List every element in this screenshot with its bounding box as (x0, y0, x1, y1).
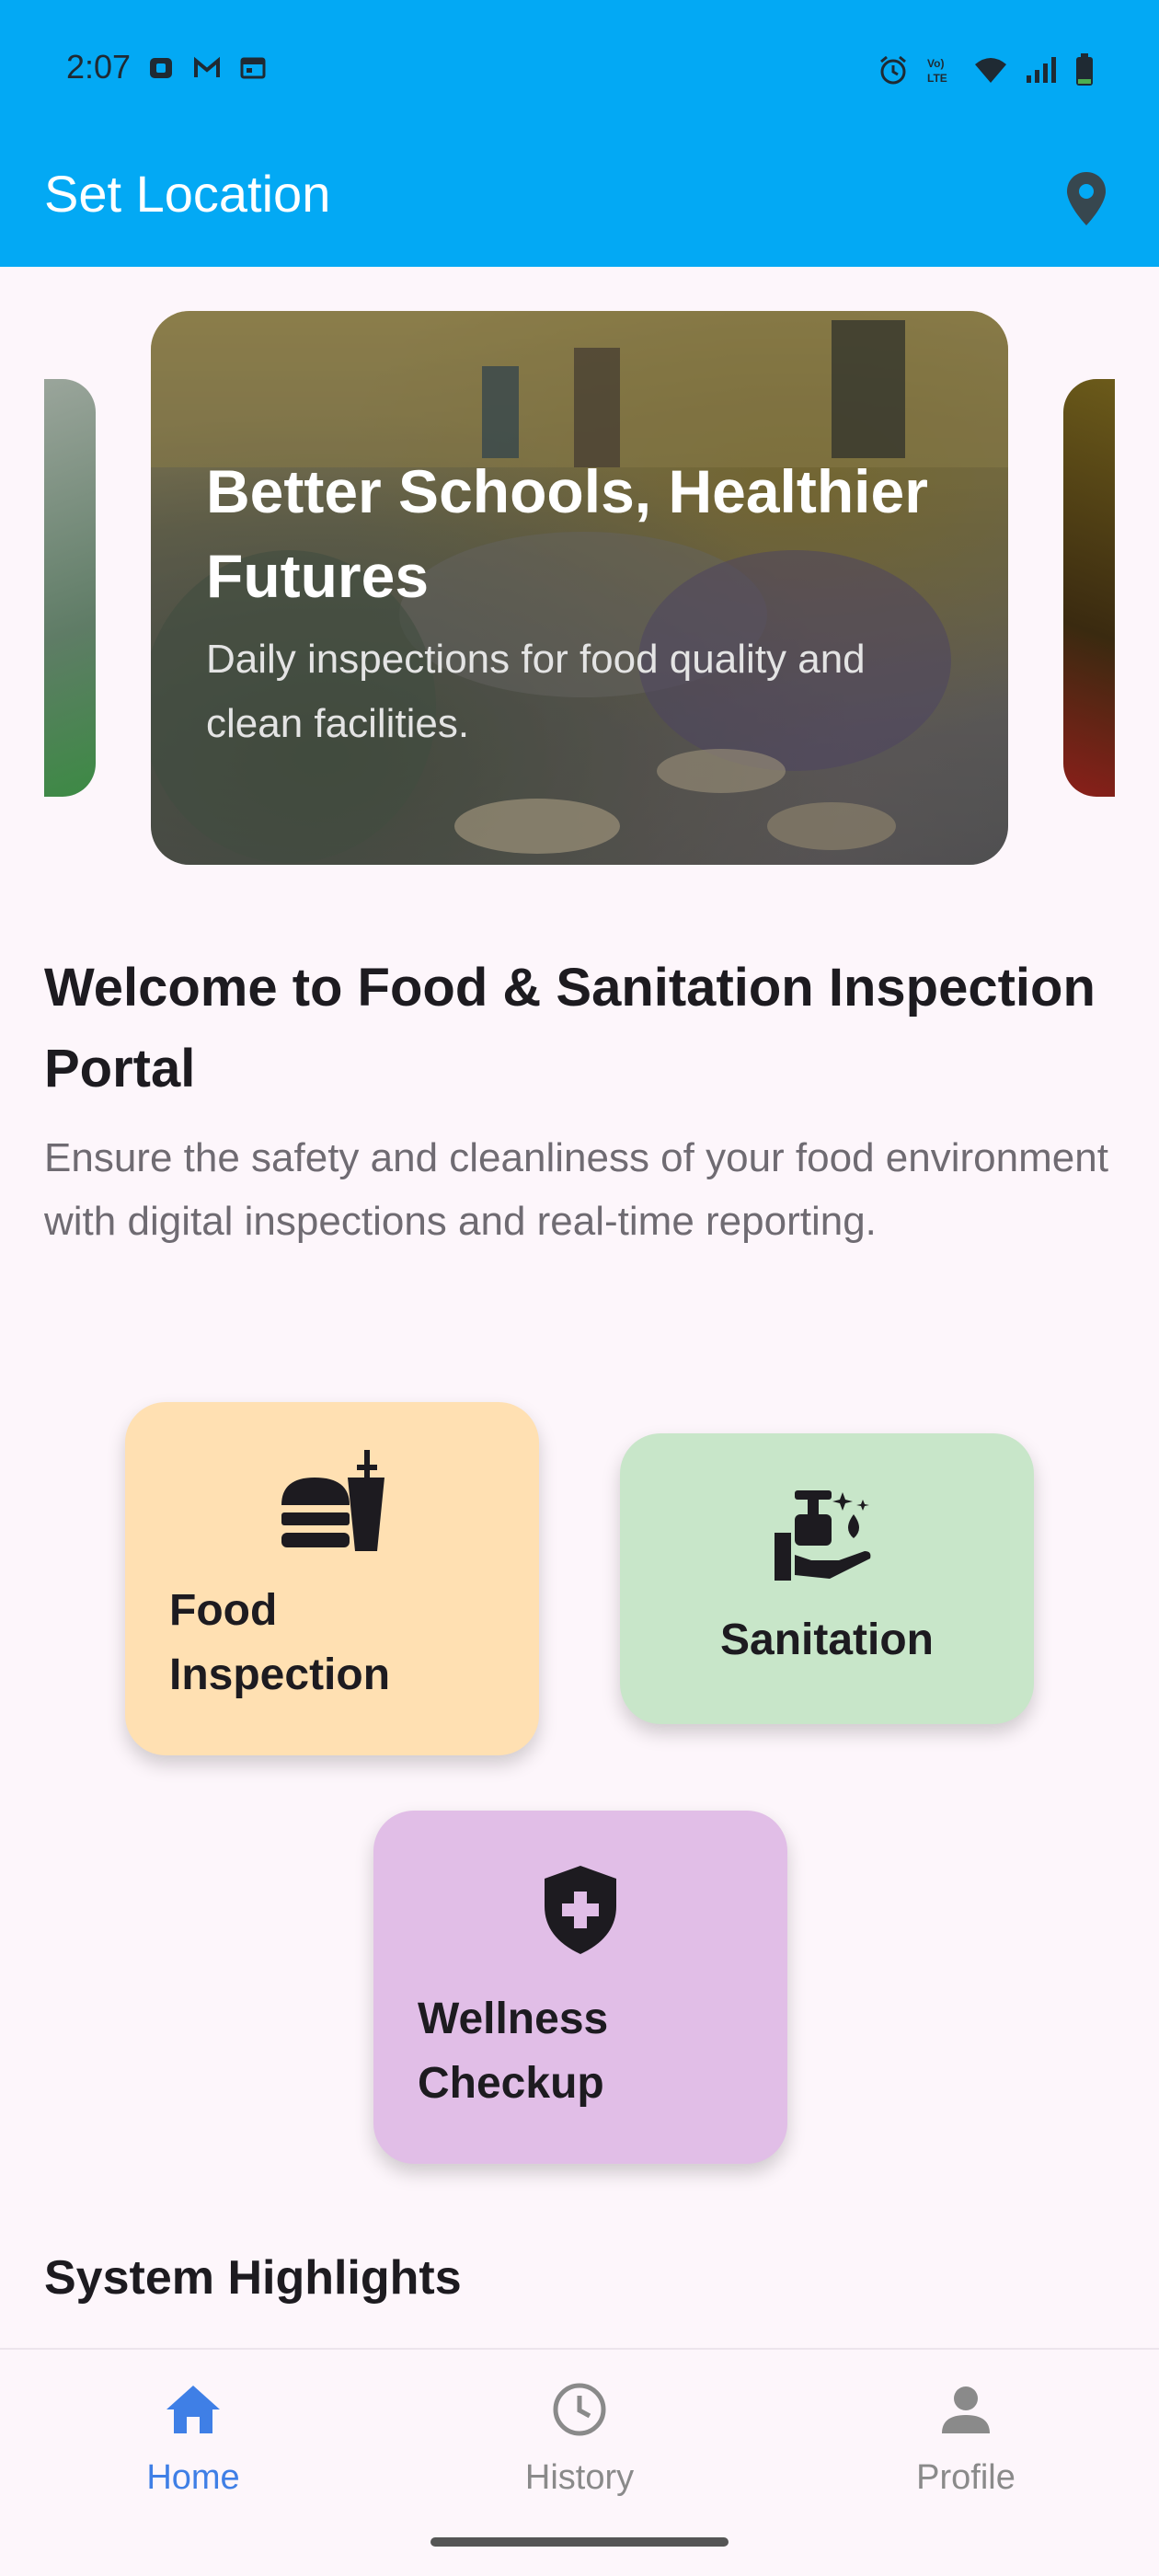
wellness-checkup-label: Wellness Checkup (418, 1995, 609, 2108)
status-bar: 2:07 Vo) LTE (0, 0, 1159, 138)
nav-profile-label: Profile (916, 2458, 1016, 2497)
status-right-icons: Vo) LTE (878, 53, 1095, 86)
banner-slide[interactable]: Better Schools, Healthier Futures Daily … (151, 311, 1008, 865)
calendar-icon (240, 57, 266, 79)
home-icon (161, 2377, 225, 2442)
welcome-description: Ensure the safety and cleanliness of you… (44, 1135, 1108, 1244)
gmail-icon (194, 56, 220, 77)
location-pin-icon (1067, 172, 1106, 225)
notification-icon (150, 58, 172, 78)
status-time: 2:07 (66, 48, 132, 86)
banner-carousel[interactable]: Better Schools, Healthier Futures Daily … (0, 311, 1159, 865)
battery-icon (1076, 53, 1093, 86)
clock-icon (547, 2377, 612, 2442)
app-bar: Set Location (0, 138, 1159, 267)
nav-history[interactable]: History (442, 2350, 717, 2534)
wellness-checkup-card[interactable]: Wellness Checkup (373, 1811, 787, 2164)
app-title[interactable]: Set Location (44, 164, 330, 224)
set-location-button[interactable] (1056, 162, 1117, 236)
svg-text:Vo): Vo) (927, 57, 944, 70)
nav-profile[interactable]: Profile (828, 2350, 1104, 2534)
previous-slide-preview[interactable] (44, 379, 96, 797)
banner-subtitle: Daily inspections for food quality and c… (206, 637, 866, 746)
volte-icon: Vo) LTE (927, 57, 947, 85)
food-inspection-card[interactable]: Food Inspection (125, 1402, 539, 1755)
food-inspection-label: Food Inspection (169, 1586, 391, 1699)
signal-icon (1027, 57, 1056, 83)
wifi-icon (975, 58, 1006, 83)
home-indicator[interactable] (430, 2537, 729, 2547)
next-slide-preview[interactable] (1063, 379, 1115, 797)
health-shield-icon (545, 1866, 616, 1954)
fastfood-icon (281, 1450, 384, 1551)
banner-title: Better Schools, Healthier Futures (206, 457, 928, 610)
nav-history-label: History (524, 2458, 635, 2497)
sanitation-label: Sanitation (719, 1616, 934, 1664)
sanitizer-hand-icon (775, 1490, 871, 1581)
nav-home[interactable]: Home (55, 2350, 331, 2534)
svg-text:LTE: LTE (927, 72, 947, 85)
welcome-title: Welcome to Food & Sanitation Inspection … (44, 958, 1096, 1098)
system-highlights-title: System Highlights (44, 2251, 462, 2305)
sanitation-card[interactable]: Sanitation (620, 1433, 1034, 1724)
status-left-icons (147, 55, 267, 81)
alarm-icon (880, 55, 906, 85)
person-icon (934, 2377, 998, 2442)
nav-home-label: Home (146, 2458, 240, 2497)
